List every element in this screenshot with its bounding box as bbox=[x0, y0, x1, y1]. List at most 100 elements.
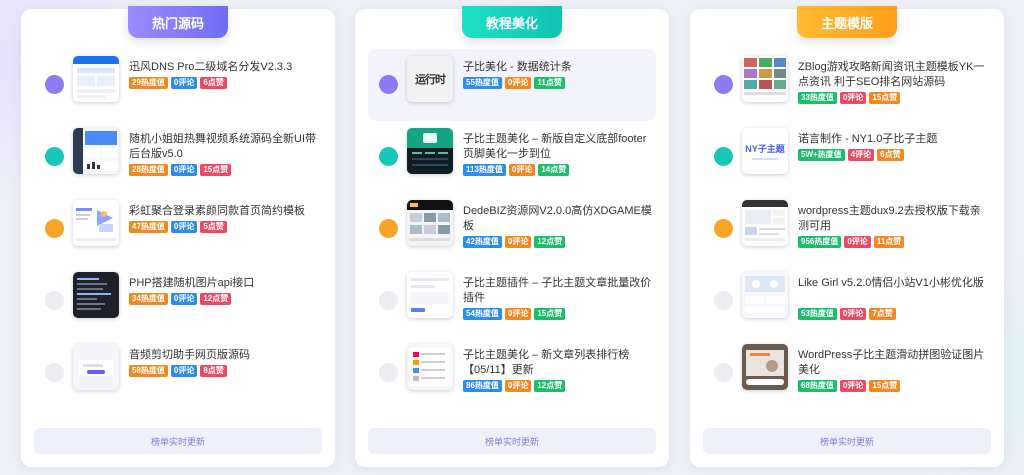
like-badge: 14点赞 bbox=[538, 164, 570, 176]
like-badge: 15点赞 bbox=[200, 164, 232, 176]
dux-site-thumbnail[interactable] bbox=[742, 200, 788, 246]
ranking-card-tutorials: 教程美化 运行时 子比美化 - 数据统计条 55热度值 0评论 11点赞 子比主… bbox=[355, 6, 669, 467]
comment-badge: 0评论 bbox=[508, 164, 536, 176]
love-site-thumbnail[interactable] bbox=[742, 272, 788, 318]
running-time-thumbnail[interactable]: 运行时 bbox=[407, 56, 453, 102]
plugin-panel-thumbnail[interactable] bbox=[407, 272, 453, 318]
item-stats: 33热度值 0评论 15点赞 bbox=[798, 92, 901, 104]
list-item[interactable]: DedeBIZ资源网V2.0.0高仿XDGAME模板 42热度值 0评论 12点… bbox=[368, 193, 656, 265]
thumb-text: 运行时 bbox=[415, 74, 446, 86]
hot-badge: 956热度值 bbox=[798, 236, 842, 248]
item-stats: 113热度值 0评论 14点赞 bbox=[463, 164, 570, 176]
comment-badge: 0评论 bbox=[170, 293, 198, 305]
like-badge: 12点赞 bbox=[200, 293, 232, 305]
rank-dot bbox=[379, 219, 398, 238]
comment-badge: 0评论 bbox=[170, 77, 198, 89]
item-stats: 42热度值 0评论 12点赞 bbox=[463, 236, 566, 248]
thumb-text: NY子主题 bbox=[745, 144, 785, 154]
list-item[interactable]: 子比主题美化 – 新版自定义底部footer页脚美化一步到位 113热度值 0评… bbox=[368, 121, 656, 193]
item-title[interactable]: ZBlog游戏攻略新闻资讯主题模板YK一点资讯 利于SEO排名网站源码 bbox=[798, 60, 988, 90]
item-title[interactable]: DedeBIZ资源网V2.0.0高仿XDGAME模板 bbox=[463, 204, 653, 234]
category-badge[interactable]: 教程美化 bbox=[462, 6, 562, 38]
game-grid-thumbnail[interactable] bbox=[742, 56, 788, 102]
item-stats: 53热度值 0评论 7点赞 bbox=[798, 308, 896, 320]
item-title[interactable]: 音频剪切助手网页版源码 bbox=[129, 348, 319, 363]
category-badge[interactable]: 主题模版 bbox=[797, 6, 897, 38]
list-item[interactable]: PHP搭建随机图片api接口 34热度值 0评论 12点赞 bbox=[34, 265, 322, 337]
item-title[interactable]: PHP搭建随机图片api接口 bbox=[129, 276, 319, 291]
rank-dot bbox=[714, 291, 733, 310]
rank-dot bbox=[714, 147, 733, 166]
realtime-update-button[interactable]: 榜单实时更新 bbox=[34, 428, 322, 454]
puzzle-verify-thumbnail[interactable] bbox=[742, 344, 788, 390]
ny-logo-thumbnail[interactable]: NY子主题 bbox=[742, 128, 788, 174]
realtime-update-button[interactable]: 榜单实时更新 bbox=[368, 428, 656, 454]
footer-green-thumbnail[interactable] bbox=[407, 128, 453, 174]
like-badge: 7点赞 bbox=[869, 308, 896, 320]
item-stats: 58热度值 0评论 8点赞 bbox=[129, 365, 227, 377]
game-site-thumbnail[interactable] bbox=[407, 200, 453, 246]
item-title[interactable]: WordPress子比主题滑动拼图验证图片美化 bbox=[798, 348, 988, 378]
list-item[interactable]: 迅风DNS Pro二级域名分发V2.3.3 29热度值 0评论 6点赞 bbox=[34, 49, 322, 121]
list-item[interactable]: 运行时 子比美化 - 数据统计条 55热度值 0评论 11点赞 bbox=[368, 49, 656, 121]
list-item[interactable]: wordpress主题dux9.2去授权版下载亲测可用 956热度值 0评论 1… bbox=[703, 193, 991, 265]
video-admin-thumbnail[interactable] bbox=[73, 128, 119, 174]
hot-badge: 34热度值 bbox=[129, 293, 168, 305]
rank-dot bbox=[714, 219, 733, 238]
code-dark-thumbnail[interactable] bbox=[73, 272, 119, 318]
like-badge: 5点赞 bbox=[200, 221, 227, 233]
like-badge: 11点赞 bbox=[873, 236, 905, 248]
item-stats: 86热度值 0评论 12点赞 bbox=[463, 380, 566, 392]
hot-badge: 29热度值 bbox=[129, 77, 168, 89]
item-title[interactable]: 子比主题插件 – 子比主题文章批量改价插件 bbox=[463, 276, 653, 306]
list-item[interactable]: 音频剪切助手网页版源码 58热度值 0评论 8点赞 bbox=[34, 337, 322, 409]
item-title[interactable]: 子比主题美化 – 新版自定义底部footer页脚美化一步到位 bbox=[463, 132, 653, 162]
comment-badge: 0评论 bbox=[839, 380, 867, 392]
item-stats: 47热度值 0评论 5点赞 bbox=[129, 221, 227, 233]
list-item[interactable]: 子比主题插件 – 子比主题文章批量改价插件 54热度值 0评论 15点赞 bbox=[368, 265, 656, 337]
rank-dot bbox=[379, 291, 398, 310]
like-badge: 15点赞 bbox=[869, 380, 901, 392]
realtime-update-button[interactable]: 榜单实时更新 bbox=[703, 428, 991, 454]
comment-badge: 0评论 bbox=[839, 92, 867, 104]
list-ranking-thumbnail[interactable] bbox=[407, 344, 453, 390]
like-badge: 6点赞 bbox=[877, 149, 904, 161]
hot-badge: 47热度值 bbox=[129, 221, 168, 233]
item-title[interactable]: 彩虹聚合登录素颜同款首页简约模板 bbox=[129, 204, 319, 219]
item-title[interactable]: 迅风DNS Pro二级域名分发V2.3.3 bbox=[129, 60, 319, 75]
list-item[interactable]: ZBlog游戏攻略新闻资讯主题模板YK一点资讯 利于SEO排名网站源码 33热度… bbox=[703, 49, 991, 121]
item-title[interactable]: wordpress主题dux9.2去授权版下载亲测可用 bbox=[798, 204, 988, 234]
list-item[interactable]: 彩虹聚合登录素颜同款首页简约模板 47热度值 0评论 5点赞 bbox=[34, 193, 322, 265]
login-illustration-thumbnail[interactable] bbox=[73, 200, 119, 246]
comment-badge: 0评论 bbox=[504, 308, 532, 320]
list-item[interactable]: WordPress子比主题滑动拼图验证图片美化 68热度值 0评论 15点赞 bbox=[703, 337, 991, 409]
item-title[interactable]: 子比美化 - 数据统计条 bbox=[463, 60, 653, 75]
item-stats: 54热度值 0评论 15点赞 bbox=[463, 308, 566, 320]
list-item[interactable]: NY子主题 诺言制作 - NY1.0子比子主题 5W+热度值 4评论 6点赞 bbox=[703, 121, 991, 193]
dns-panel-thumbnail[interactable] bbox=[73, 56, 119, 102]
comment-badge: 0评论 bbox=[170, 365, 198, 377]
item-title[interactable]: 随机小姐姐热舞视频系统源码全新UI带后台版v5.0 bbox=[129, 132, 319, 162]
rank-dot bbox=[45, 219, 64, 238]
list-item[interactable]: 随机小姐姐热舞视频系统源码全新UI带后台版v5.0 28热度值 0评论 15点赞 bbox=[34, 121, 322, 193]
list-item[interactable]: 子比主题美化 – 新文章列表排行榜【05/11】更新 86热度值 0评论 12点… bbox=[368, 337, 656, 409]
item-title[interactable]: 子比主题美化 – 新文章列表排行榜【05/11】更新 bbox=[463, 348, 653, 378]
item-stats: 29热度值 0评论 6点赞 bbox=[129, 77, 227, 89]
audio-tool-thumbnail[interactable] bbox=[73, 344, 119, 390]
item-title[interactable]: 诺言制作 - NY1.0子比子主题 bbox=[798, 132, 988, 147]
rank-dot bbox=[45, 291, 64, 310]
hot-badge: 113热度值 bbox=[463, 164, 506, 176]
rank-dot bbox=[379, 75, 398, 94]
like-badge: 15点赞 bbox=[534, 308, 566, 320]
ranking-card-themes: 主题模版 ZBlog游戏攻略新闻资讯主题模板YK一点资讯 利于SEO排名网站源码… bbox=[690, 6, 1004, 467]
rank-dot bbox=[714, 363, 733, 382]
like-badge: 11点赞 bbox=[534, 77, 565, 89]
hot-badge: 86热度值 bbox=[463, 380, 502, 392]
item-stats: 68热度值 0评论 15点赞 bbox=[798, 380, 901, 392]
rank-dot bbox=[379, 363, 398, 382]
item-title[interactable]: Like Girl v5.2.0情侣小站V1小彬优化版 bbox=[798, 276, 988, 291]
category-badge[interactable]: 热门源码 bbox=[128, 6, 228, 38]
like-badge: 15点赞 bbox=[869, 92, 901, 104]
hot-badge: 54热度值 bbox=[463, 308, 502, 320]
list-item[interactable]: Like Girl v5.2.0情侣小站V1小彬优化版 53热度值 0评论 7点… bbox=[703, 265, 991, 337]
